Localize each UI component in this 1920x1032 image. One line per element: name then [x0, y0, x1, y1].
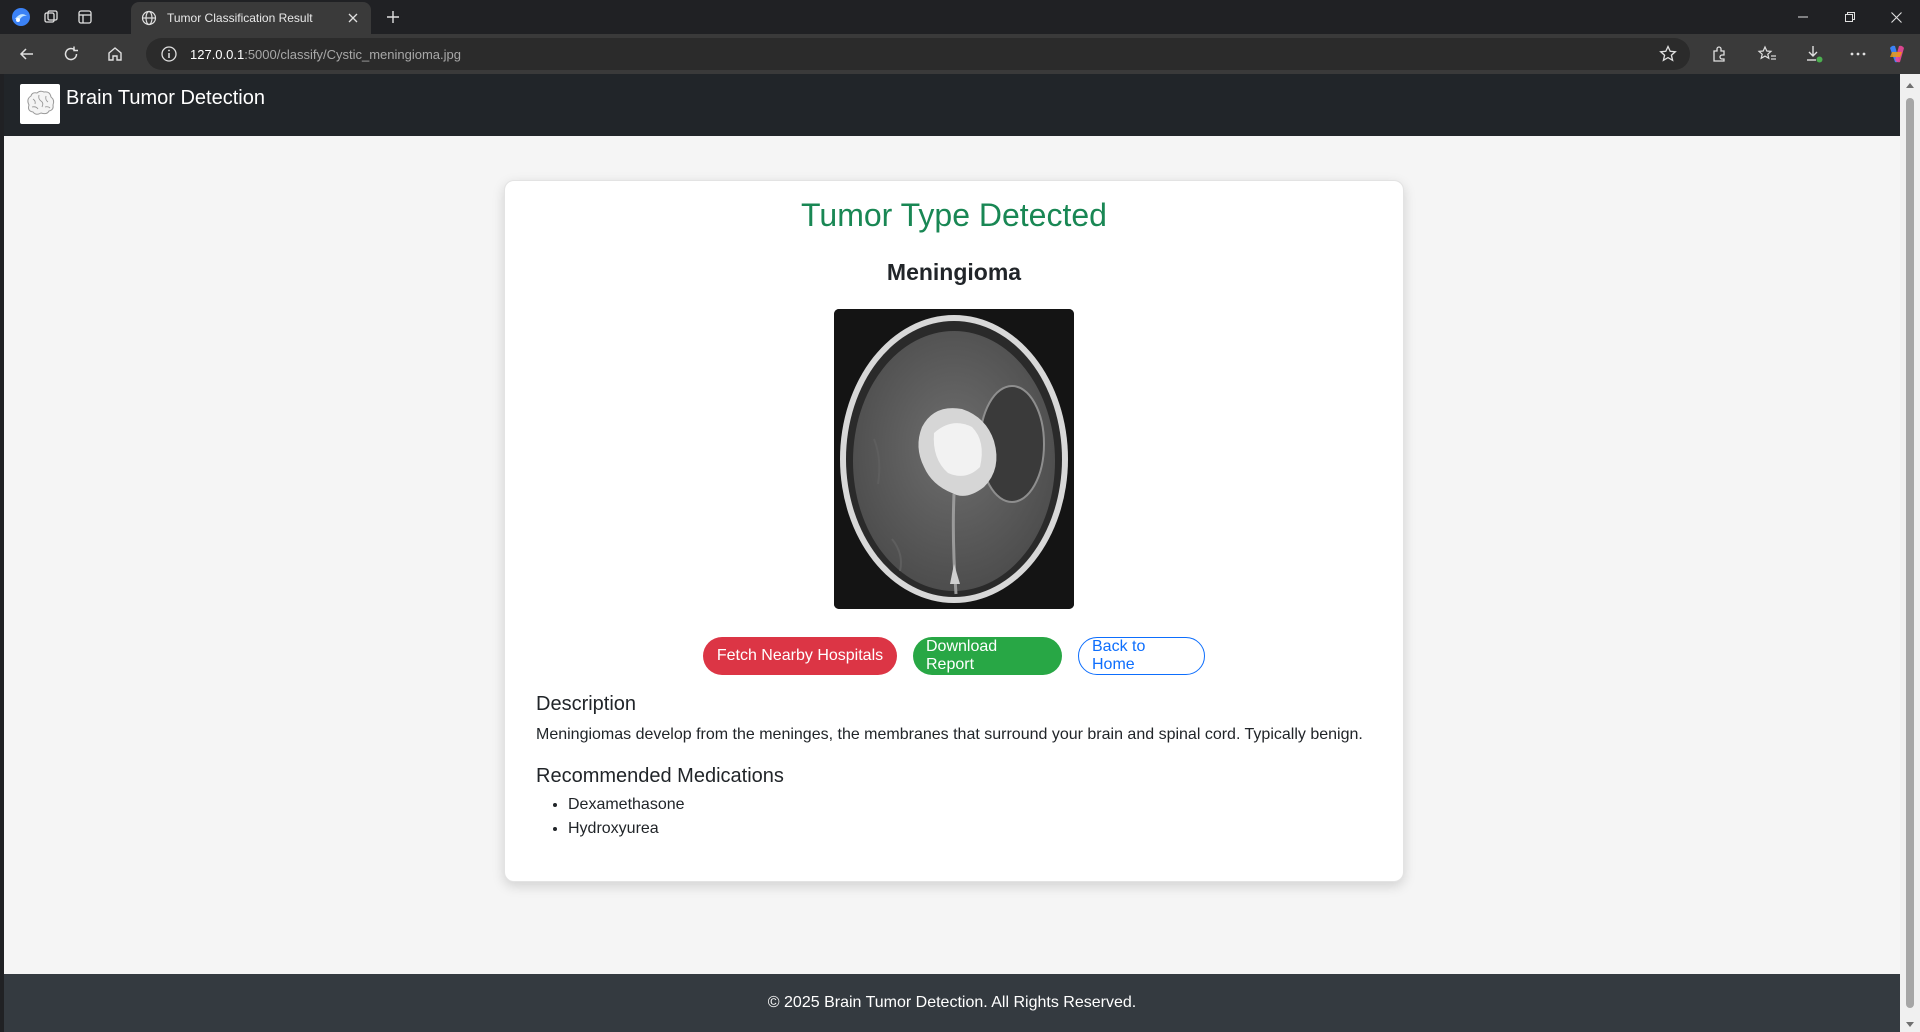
description-heading: Description	[536, 693, 637, 715]
workspaces-icon[interactable]	[38, 5, 64, 29]
tab-title: Tumor Classification Result	[167, 11, 313, 25]
refresh-icon[interactable]	[56, 40, 86, 68]
medication-item: Dexamethasone	[568, 793, 685, 817]
tab-actions-icon[interactable]	[72, 5, 98, 29]
page-scrollbar[interactable]	[1900, 74, 1920, 1032]
address-bar[interactable]: 127.0.0.1:5000/classify/Cystic_meningiom…	[146, 38, 1690, 70]
copilot-icon[interactable]	[1882, 40, 1912, 68]
medication-item: Hydroxyurea	[568, 817, 685, 841]
close-window-icon[interactable]	[1873, 0, 1919, 34]
close-tab-icon[interactable]	[343, 8, 363, 28]
mri-scan-image	[834, 309, 1074, 609]
more-icon[interactable]	[1843, 40, 1873, 68]
favorite-star-icon[interactable]	[1658, 44, 1678, 64]
download-report-button[interactable]: Download Report	[913, 637, 1062, 675]
site-info-icon[interactable]	[160, 45, 178, 63]
back-icon[interactable]	[12, 40, 42, 68]
fetch-hospitals-button[interactable]: Fetch Nearby Hospitals	[703, 637, 897, 675]
action-buttons: Fetch Nearby Hospitals Download Report B…	[505, 637, 1403, 675]
page-viewport: Brain Tumor Detection Tumor Type Detecte…	[4, 74, 1900, 1032]
site-brand[interactable]: Brain Tumor Detection	[66, 87, 265, 110]
medications-heading: Recommended Medications	[536, 765, 784, 787]
site-footer: © 2025 Brain Tumor Detection. All Rights…	[4, 974, 1900, 1032]
scroll-down-icon[interactable]	[1905, 1016, 1915, 1027]
scroll-thumb[interactable]	[1906, 98, 1914, 1008]
edge-profile-icon[interactable]	[8, 5, 34, 29]
medications-list: Dexamethasone Hydroxyurea	[568, 793, 685, 841]
globe-icon	[141, 10, 157, 26]
url-path: :5000/classify/Cystic_meningioma.jpg	[244, 46, 461, 62]
downloads-icon[interactable]	[1799, 40, 1829, 68]
result-card: Tumor Type Detected Meningioma Fetch Nea…	[504, 180, 1404, 882]
active-tab[interactable]: Tumor Classification Result	[131, 2, 371, 34]
home-icon[interactable]	[100, 40, 130, 68]
back-to-home-button[interactable]: Back to Home	[1078, 637, 1205, 675]
browser-tab-strip: Tumor Classification Result	[0, 0, 1920, 34]
restore-icon[interactable]	[1827, 0, 1873, 34]
site-navbar: Brain Tumor Detection	[4, 74, 1900, 136]
favorites-icon[interactable]	[1752, 40, 1782, 68]
extensions-icon[interactable]	[1704, 40, 1734, 68]
result-title: Tumor Type Detected	[801, 197, 1107, 233]
minimize-icon[interactable]	[1780, 0, 1826, 34]
scroll-up-icon[interactable]	[1905, 78, 1915, 88]
description-text: Meningiomas develop from the meninges, t…	[536, 726, 1363, 743]
browser-toolbar: 127.0.0.1:5000/classify/Cystic_meningiom…	[0, 34, 1920, 74]
tumor-type: Meningioma	[886, 259, 1022, 285]
brain-logo-icon[interactable]	[20, 84, 60, 124]
url-host: 127.0.0.1	[190, 46, 245, 62]
new-tab-icon[interactable]	[380, 5, 406, 29]
